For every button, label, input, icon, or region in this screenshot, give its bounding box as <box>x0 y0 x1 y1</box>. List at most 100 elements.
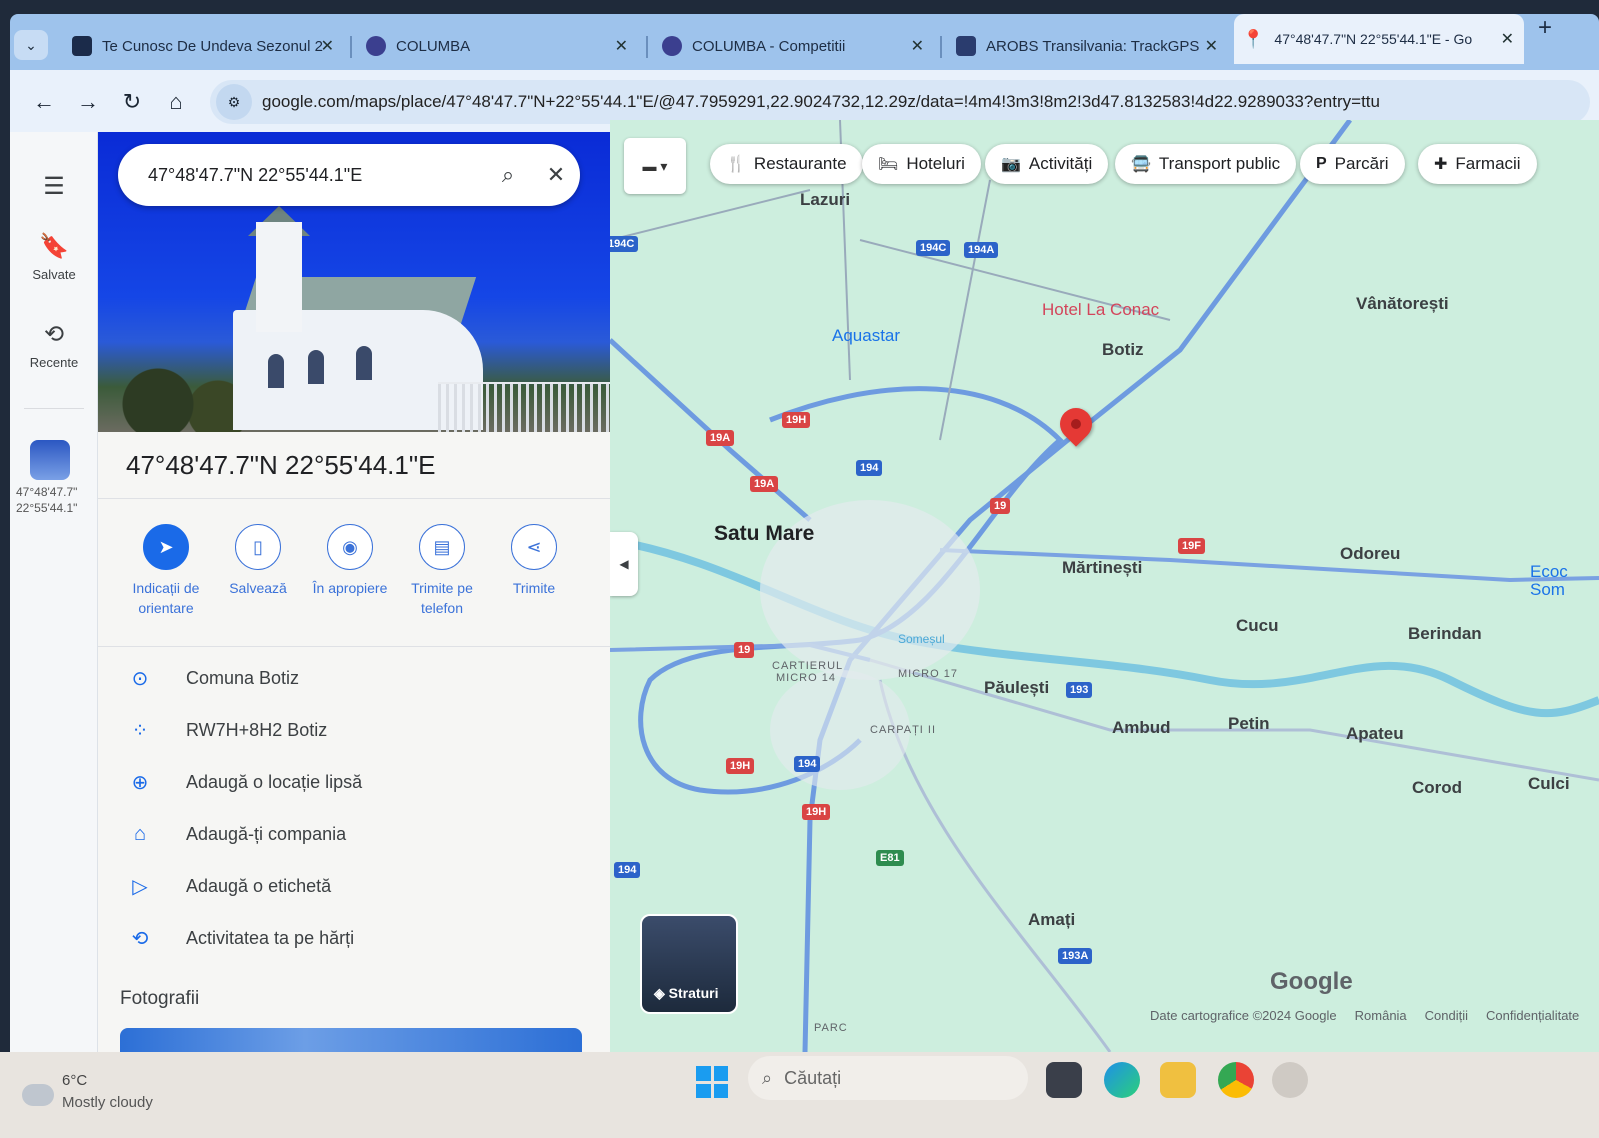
search-icon[interactable]: ⌕ <box>484 162 532 188</box>
map-canvas[interactable]: ▬ ▾ 🍴 Restaurante 🛏 Hoteluri 📷 Activități 🚍… <box>610 120 1599 1052</box>
chevron-down-icon: ▬ ▾ <box>642 157 668 174</box>
road-shield-194: 194 <box>614 862 641 878</box>
road-shield-194: 194 <box>794 756 821 772</box>
close-icon[interactable]: ✕ <box>1501 29 1514 49</box>
maps-side-rail: ☰ 🔖 Salvate ⟲ Recente 47°48'47.7" 22°55'… <box>10 132 98 1052</box>
chip-pharmacies[interactable]: ✚ Farmacii <box>1418 144 1537 184</box>
info-row-add-business[interactable]: ⌂ Adaugă-ți compania <box>118 814 598 854</box>
home-icon[interactable]: ⌂ <box>160 86 192 118</box>
recent-button[interactable]: ⟲ Recente <box>10 320 98 370</box>
tab-te-cunosc[interactable]: Te Cunosc De Undeva Sezonul 2 ✕ <box>64 28 344 64</box>
directions-button[interactable]: ➤ Indicații de orientare <box>118 524 214 618</box>
layers-icon: ◈ <box>654 985 665 1001</box>
map-label-ecoc[interactable]: Ecoc <box>1530 562 1568 582</box>
tab-list-button[interactable]: ⌄ <box>14 30 48 60</box>
map-label-som[interactable]: Som <box>1530 580 1565 600</box>
photos-heading: Fotografii <box>120 988 200 1009</box>
tab-favicon-icon <box>662 36 682 56</box>
map-label-paulesti: Păulești <box>984 678 1050 697</box>
tab-columba-competitii[interactable]: COLUMBA - Competitii ✕ <box>654 28 934 64</box>
map-label-vanatoresti: Vânătorești <box>1356 294 1449 313</box>
close-icon[interactable]: ✕ <box>321 36 334 56</box>
chip-activities[interactable]: 📷 Activități <box>985 144 1109 184</box>
chevron-down-icon: ⌄ <box>25 36 37 53</box>
church-tower-graphic <box>256 222 302 332</box>
map-label-berindan: Berindan <box>1408 624 1482 643</box>
saved-button[interactable]: 🔖 Salvate <box>10 232 98 282</box>
edge-browser-icon[interactable] <box>1104 1062 1140 1098</box>
map-label-martinesti: Mărtinești <box>1062 558 1143 577</box>
photos-preview[interactable] <box>120 1028 582 1052</box>
send-to-phone-button[interactable]: ▤ Trimite pe telefon <box>394 524 490 618</box>
road-shield-19h: 19H <box>802 804 831 820</box>
tab-favicon-icon <box>72 36 92 56</box>
reload-icon[interactable]: ↻ <box>116 86 148 118</box>
task-view-icon[interactable] <box>1046 1062 1082 1098</box>
forward-arrow-icon[interactable]: → <box>72 86 104 118</box>
map-mode-toggle[interactable]: ▬ ▾ <box>624 138 686 194</box>
tab-columba[interactable]: COLUMBA ✕ <box>358 28 638 64</box>
map-label-lazuri: Lazuri <box>800 190 851 209</box>
new-tab-button[interactable]: + <box>1538 14 1552 42</box>
add-business-icon: ⌂ <box>133 822 147 845</box>
tab-google-maps[interactable]: 📍 47°48'47.7"N 22°55'44.1"E - Go ✕ <box>1234 14 1524 64</box>
tab-arobs[interactable]: AROBS Transilvania: TrackGPS ✕ <box>948 28 1228 64</box>
parking-icon: P <box>1316 155 1327 172</box>
collapse-panel-button[interactable]: ◀ <box>610 532 638 596</box>
close-icon[interactable]: ✕ <box>532 162 580 188</box>
hamburger-menu-icon: ☰ <box>43 173 65 200</box>
close-icon[interactable]: ✕ <box>911 36 924 56</box>
chip-restaurants[interactable]: 🍴 Restaurante <box>710 144 863 184</box>
terms-link[interactable]: Condiții <box>1425 1008 1468 1023</box>
menu-button[interactable]: ☰ <box>10 172 98 207</box>
start-button[interactable] <box>696 1066 728 1098</box>
chip-public-transport[interactable]: 🚍 Transport public <box>1115 144 1297 184</box>
nearby-button[interactable]: ◉ În apropiere <box>302 524 398 598</box>
save-button[interactable]: ▯ Salvează <box>210 524 306 598</box>
chip-hotels[interactable]: 🛏 Hoteluri <box>862 144 981 184</box>
close-icon[interactable]: ✕ <box>615 36 628 56</box>
road-shield-19: 19 <box>990 498 1011 514</box>
search-icon: ⌕ <box>762 1067 773 1088</box>
map-label-ambud: Ambud <box>1112 718 1171 737</box>
tab-separator <box>646 36 648 58</box>
search-box[interactable]: 47°48'47.7"N 22°55'44.1"E ⌕ ✕ <box>118 144 580 206</box>
fence-graphic <box>438 382 610 432</box>
bookmark-icon: 🔖 <box>39 233 69 260</box>
add-location-icon: ⊕ <box>131 771 149 794</box>
divider <box>98 498 610 499</box>
road-shield-19f: 19F <box>1178 538 1205 554</box>
info-row-add-label[interactable]: ▷ Adaugă o etichetă <box>118 866 598 906</box>
address-bar[interactable]: ⚙ google.com/maps/place/47°48'47.7"N+22°… <box>210 80 1590 124</box>
site-info-icon[interactable]: ⚙ <box>216 84 252 120</box>
search-input[interactable]: 47°48'47.7"N 22°55'44.1"E <box>148 165 484 186</box>
info-row-add-missing-place[interactable]: ⊕ Adaugă o locație lipsă <box>118 762 598 802</box>
url-text[interactable]: google.com/maps/place/47°48'47.7"N+22°55… <box>262 92 1380 112</box>
info-row-address[interactable]: ⊙ Comuna Botiz <box>118 658 598 698</box>
map-label-hotel[interactable]: Hotel La Conac <box>1042 300 1159 320</box>
privacy-link[interactable]: Confidențialitate <box>1486 1008 1579 1023</box>
app-icon[interactable] <box>1272 1062 1308 1098</box>
layers-button[interactable]: ◈ Straturi <box>640 914 738 1014</box>
chrome-browser-icon[interactable] <box>1218 1062 1254 1098</box>
info-row-plus-code[interactable]: ⁘ RW7H+8H2 Botiz <box>118 710 598 750</box>
share-button[interactable]: ⋖ Trimite <box>486 524 582 598</box>
file-explorer-icon[interactable] <box>1160 1062 1196 1098</box>
country-link[interactable]: România <box>1355 1008 1407 1023</box>
history-icon: ⟲ <box>131 927 149 950</box>
taskbar-search[interactable]: ⌕ Căutați <box>748 1056 1028 1100</box>
tab-separator <box>940 36 942 58</box>
divider <box>98 646 610 647</box>
label-icon: ▷ <box>132 875 148 898</box>
road-shield-194a: 194A <box>964 242 999 258</box>
road-shield-19h: 19H <box>782 412 811 428</box>
info-row-maps-activity[interactable]: ⟲ Activitatea ta pe hărți <box>118 918 598 958</box>
place-actions: ➤ Indicații de orientare ▯ Salvează ◉ În… <box>118 524 598 634</box>
recent-place-thumbnail[interactable] <box>30 440 70 480</box>
back-arrow-icon[interactable]: ← <box>28 86 60 118</box>
close-icon[interactable]: ✕ <box>1205 36 1218 56</box>
recent-place-coords[interactable]: 47°48'47.7" 22°55'44.1" <box>16 484 77 516</box>
chip-parking[interactable]: P Parcări <box>1300 144 1405 184</box>
map-label-aquastar[interactable]: Aquastar <box>832 326 900 346</box>
directions-icon: ➤ <box>143 524 189 570</box>
